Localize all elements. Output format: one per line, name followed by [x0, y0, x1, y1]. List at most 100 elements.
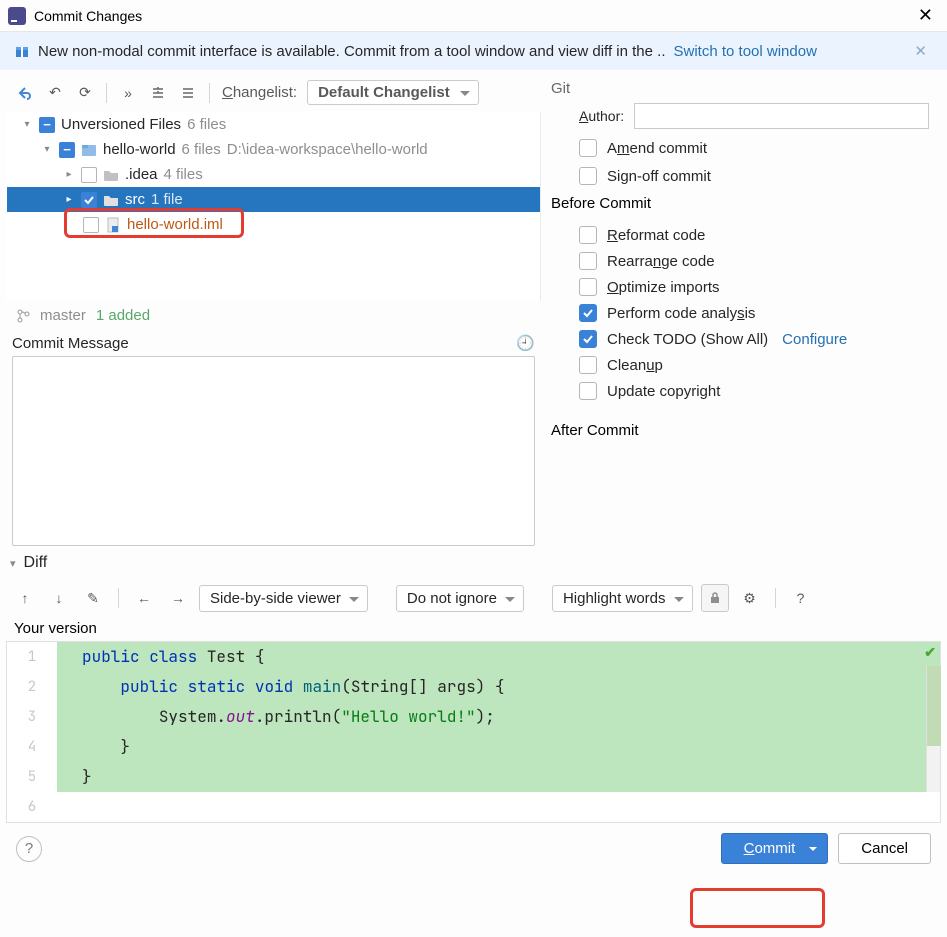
- diff-label: Diff: [24, 554, 48, 572]
- cleanup-label: Cleanup: [607, 357, 663, 374]
- amend-checkbox[interactable]: [579, 139, 597, 157]
- line-number: 4: [7, 732, 57, 762]
- rearrange-label: Rearrange code: [607, 253, 715, 270]
- ignore-combo[interactable]: Do not ignore: [396, 585, 524, 612]
- your-version-label: Your version: [6, 616, 941, 641]
- window-title: Commit Changes: [34, 8, 142, 24]
- edit-icon[interactable]: ✎: [80, 585, 106, 611]
- scrollbar[interactable]: [926, 666, 940, 792]
- arrow-up-icon[interactable]: ↑: [12, 585, 38, 611]
- after-commit-header: After Commit: [551, 422, 929, 439]
- branch-icon: [16, 309, 30, 323]
- node-label: hello-world: [103, 141, 176, 158]
- rearrange-checkbox[interactable]: [579, 252, 597, 270]
- banner-close-icon[interactable]: ✕: [908, 40, 933, 62]
- node-label: Unversioned Files: [61, 116, 181, 133]
- git-group-header: Git: [551, 80, 929, 97]
- info-banner: New non-modal commit interface is availa…: [0, 32, 947, 70]
- before-commit-header: Before Commit: [551, 195, 929, 212]
- changelist-combo[interactable]: Default Changelist: [307, 80, 479, 105]
- close-icon[interactable]: ✕: [912, 1, 939, 30]
- commit-message-input[interactable]: [12, 356, 535, 546]
- diff-code-viewer[interactable]: ✔ 1public class Test { 2 public static v…: [6, 641, 941, 823]
- checkbox-empty[interactable]: [81, 167, 97, 183]
- arrow-right-icon[interactable]: →: [165, 585, 191, 611]
- gear-icon[interactable]: ⚙: [737, 585, 763, 611]
- titlebar: Commit Changes ✕: [0, 0, 947, 32]
- line-number: 5: [7, 762, 57, 792]
- gift-icon: [14, 43, 30, 59]
- branch-name: master: [40, 307, 86, 324]
- changes-tree[interactable]: ▾ − Unversioned Files 6 files ▾ − hello-…: [6, 111, 541, 301]
- branch-row: master 1 added: [6, 301, 541, 330]
- arrow-down-icon[interactable]: ↓: [46, 585, 72, 611]
- commit-button[interactable]: Commit: [721, 833, 829, 864]
- analysis-checkbox[interactable]: [579, 304, 597, 322]
- todo-label: Check TODO (Show All): [607, 331, 768, 348]
- line-number: 1: [7, 642, 57, 672]
- cleanup-checkbox[interactable]: [579, 356, 597, 374]
- author-input[interactable]: [634, 103, 929, 129]
- amend-label: Amend commit: [607, 140, 707, 157]
- tree-row-idea[interactable]: ▸ .idea 4 files: [7, 162, 540, 187]
- diff-toolbar: ↑ ↓ ✎ ← → Side-by-side viewer Do not ign…: [6, 580, 941, 616]
- help-icon[interactable]: ?: [788, 585, 814, 611]
- checkbox-mixed-icon[interactable]: −: [59, 142, 75, 158]
- checkbox-checked-icon[interactable]: [81, 192, 97, 208]
- history-icon[interactable]: 🕘: [516, 334, 535, 352]
- optimize-label: Optimize imports: [607, 279, 720, 296]
- diff-section-header[interactable]: ▾ Diff: [6, 546, 941, 580]
- cancel-button[interactable]: Cancel: [838, 833, 931, 864]
- expand-all-icon[interactable]: [145, 81, 171, 105]
- tree-row-module[interactable]: ▾ − hello-world 6 files D:\idea-workspac…: [7, 137, 540, 162]
- lock-icon[interactable]: [701, 584, 729, 612]
- analysis-label: Perform code analysis: [607, 305, 755, 322]
- signoff-label: Sign-off commit: [607, 168, 711, 185]
- file-count: 4 files: [164, 166, 203, 183]
- changes-toolbar: ↶ ⟳ » Changelist: Default Changelist: [6, 76, 541, 111]
- commit-message-label: Commit Message 🕘: [6, 330, 541, 354]
- file-count: 1 file: [151, 191, 183, 208]
- highlight-combo[interactable]: Highlight words: [552, 585, 693, 612]
- tree-row-unversioned[interactable]: ▾ − Unversioned Files 6 files: [7, 112, 540, 137]
- help-button[interactable]: ?: [16, 836, 42, 862]
- node-label: .idea: [125, 166, 158, 183]
- arrow-left-icon[interactable]: ←: [131, 585, 157, 611]
- annotation-highlight: [690, 888, 825, 928]
- todo-checkbox[interactable]: [579, 330, 597, 348]
- optimize-checkbox[interactable]: [579, 278, 597, 296]
- checkbox-empty[interactable]: [83, 217, 99, 233]
- banner-link[interactable]: Switch to tool window: [674, 43, 817, 60]
- app-logo: [8, 7, 26, 25]
- refresh-icon[interactable]: ⟳: [72, 81, 98, 105]
- iml-file-icon: [105, 217, 121, 233]
- rollback-icon[interactable]: [12, 81, 38, 105]
- node-label: src: [125, 191, 145, 208]
- copyright-checkbox[interactable]: [579, 382, 597, 400]
- tree-row-src[interactable]: ▸ src 1 file: [7, 187, 540, 212]
- reformat-checkbox[interactable]: [579, 226, 597, 244]
- line-number: 2: [7, 672, 57, 702]
- module-icon: [81, 142, 97, 158]
- file-count: 6 files: [187, 116, 226, 133]
- chevron-down-icon[interactable]: ▾: [21, 119, 33, 130]
- ok-tick-icon: ✔: [924, 644, 936, 661]
- todo-configure-link[interactable]: Configure: [782, 331, 847, 348]
- folder-icon: [103, 192, 119, 208]
- copyright-label: Update copyright: [607, 383, 720, 400]
- tree-row-iml[interactable]: hello-world.iml: [7, 212, 540, 237]
- path-hint: D:\idea-workspace\hello-world: [227, 141, 428, 158]
- undo-icon[interactable]: ↶: [42, 81, 68, 105]
- checkbox-mixed-icon[interactable]: −: [39, 117, 55, 133]
- file-count: 6 files: [182, 141, 221, 158]
- chevrons-icon[interactable]: »: [115, 81, 141, 105]
- chevron-down-icon[interactable]: ▾: [41, 144, 53, 155]
- chevron-right-icon[interactable]: ▸: [63, 194, 75, 205]
- banner-text: New non-modal commit interface is availa…: [38, 43, 666, 60]
- author-label: Author:: [579, 108, 624, 124]
- collapse-all-icon[interactable]: [175, 81, 201, 105]
- chevron-right-icon[interactable]: ▸: [63, 169, 75, 180]
- viewer-combo[interactable]: Side-by-side viewer: [199, 585, 368, 612]
- signoff-checkbox[interactable]: [579, 167, 597, 185]
- chevron-down-icon[interactable]: ▾: [10, 557, 16, 570]
